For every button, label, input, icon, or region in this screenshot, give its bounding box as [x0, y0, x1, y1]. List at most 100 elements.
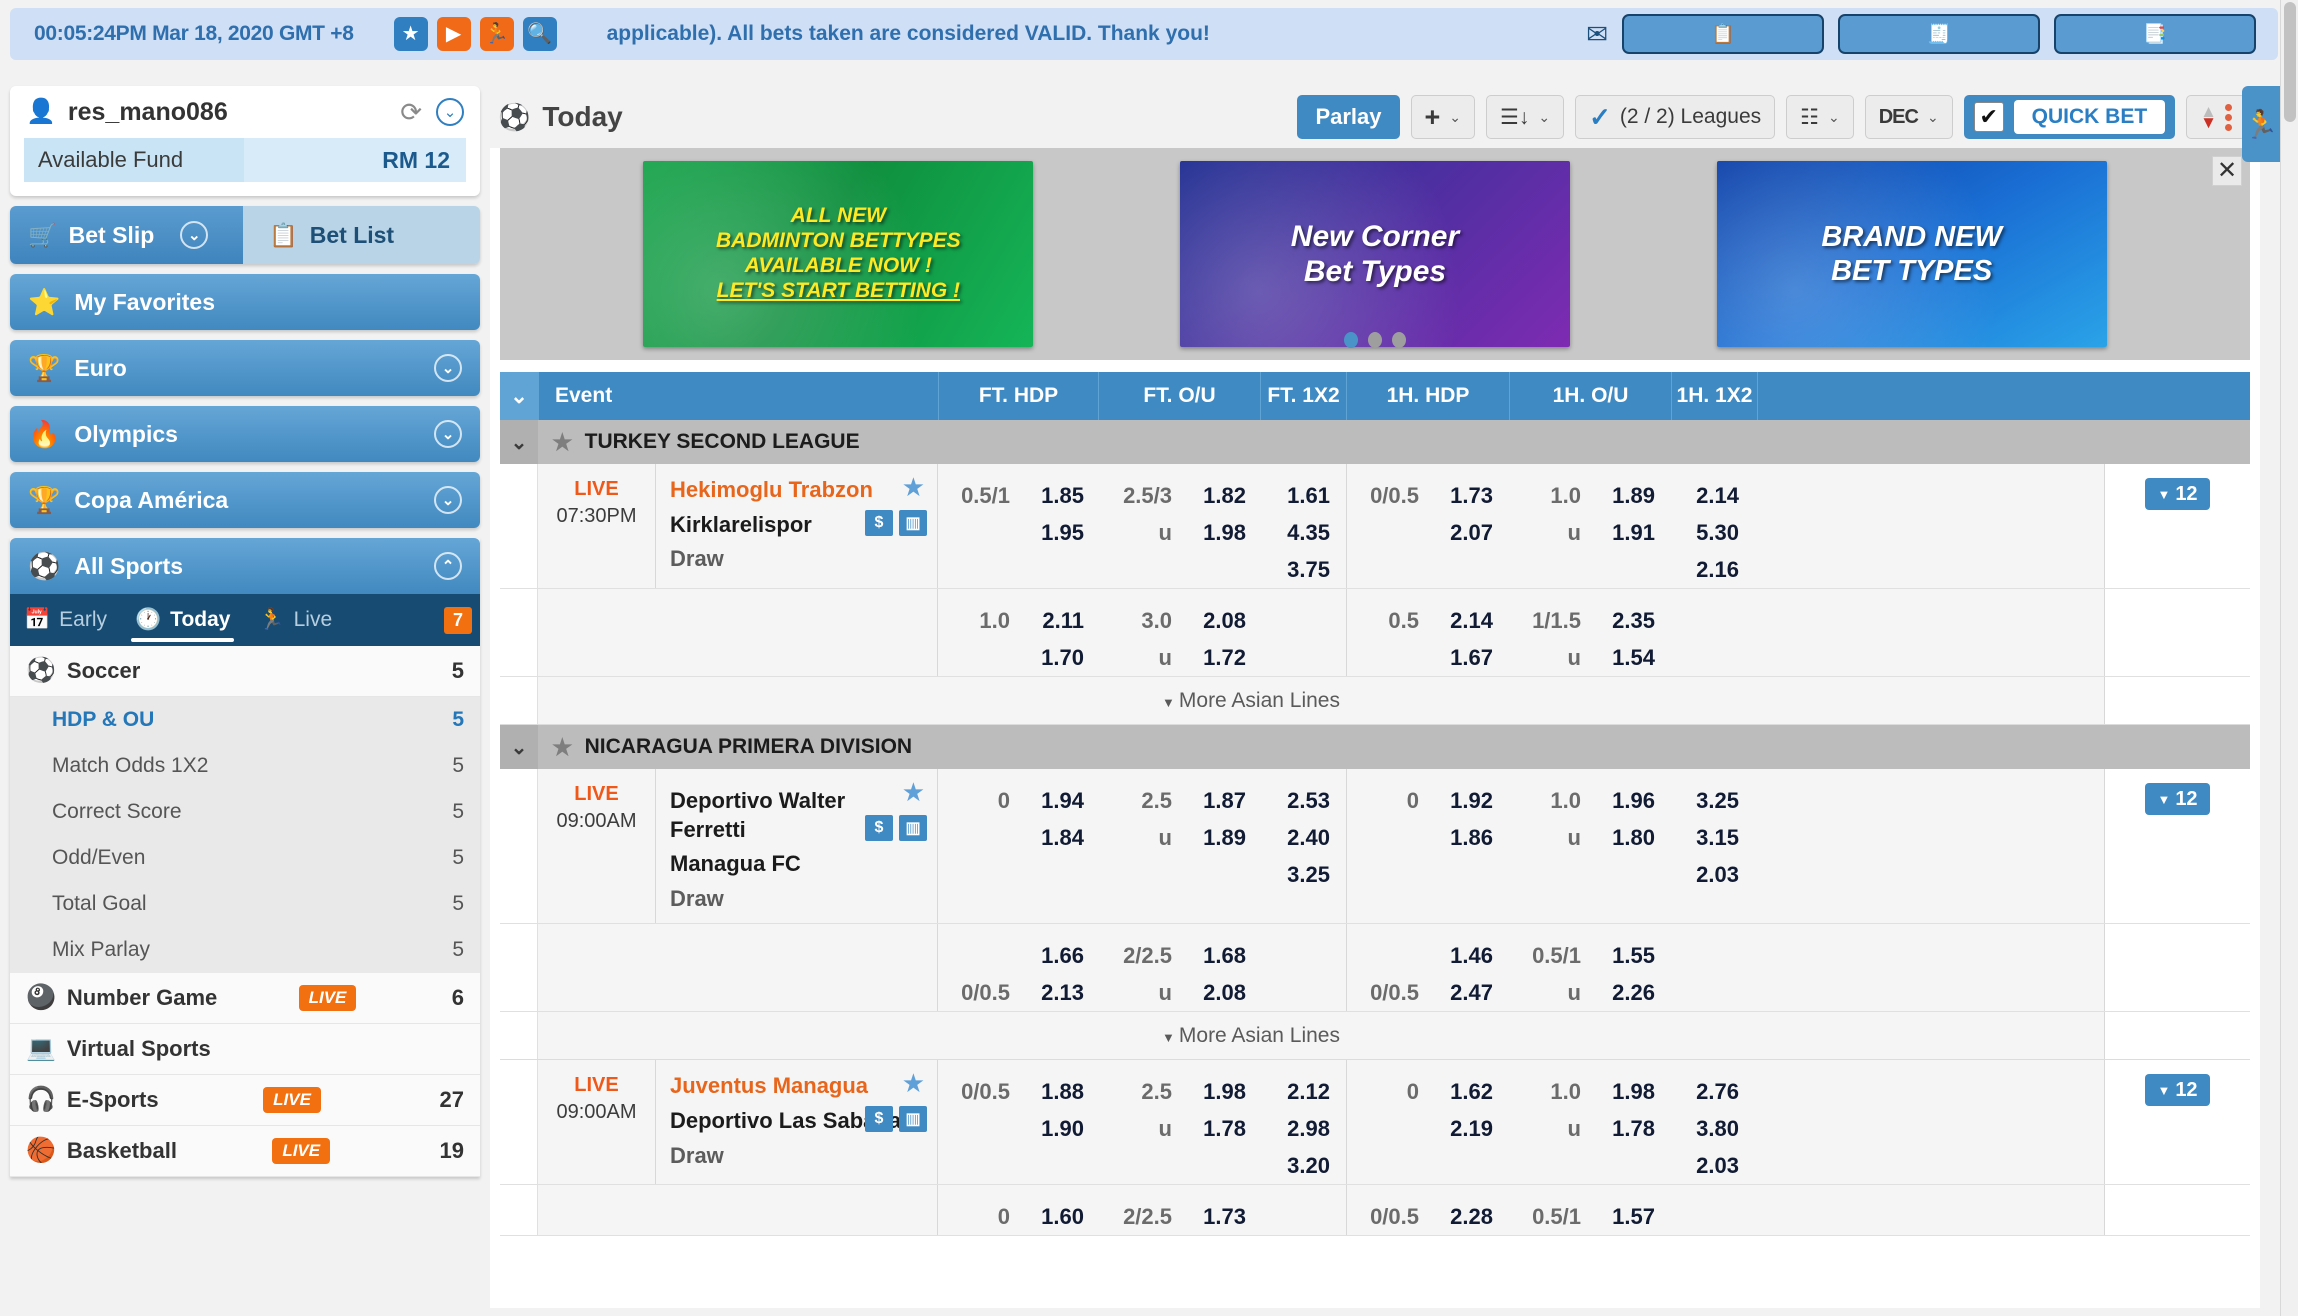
stats-icon[interactable]: ▥ — [899, 1106, 927, 1133]
draw-label[interactable]: Draw — [670, 1142, 927, 1171]
ou-line-under[interactable]: u — [1507, 514, 1581, 551]
collapse-caret[interactable]: ⌄ — [500, 725, 538, 769]
carousel-dot[interactable] — [1392, 332, 1406, 348]
odd-value[interactable]: 1.66 — [1018, 937, 1084, 974]
cashout-icon[interactable]: $ — [865, 510, 893, 536]
sidebar-item-euro[interactable]: 🏆 Euro ⌄ — [10, 340, 480, 396]
cash-statement-button[interactable]: 🧾 — [1838, 14, 2040, 54]
banner-badminton[interactable]: ALL NEW BADMINTON BETTYPES AVAILABLE NOW !… — [643, 161, 1034, 347]
hdp-line[interactable]: 0 — [1347, 782, 1419, 819]
stats-icon[interactable]: ▥ — [899, 510, 927, 536]
odd-value[interactable]: 1.90 — [1018, 1110, 1084, 1147]
cashout-icon[interactable]: $ — [865, 815, 893, 841]
carousel-dot[interactable] — [1344, 332, 1358, 348]
ou-line-over[interactable]: 2/2.5 — [1098, 937, 1172, 974]
tab-bet-slip[interactable]: 🛒 Bet Slip ⌄ — [10, 206, 244, 264]
odd-value[interactable]: 3.15 — [1669, 819, 1739, 856]
odd-value[interactable]: 2.13 — [1018, 974, 1084, 1011]
odd-value[interactable]: 2.40 — [1260, 819, 1330, 856]
chevron-down-icon[interactable]: ⌄ — [434, 354, 462, 382]
odd-value[interactable]: 3.25 — [1669, 782, 1739, 819]
odd-value[interactable]: 1.84 — [1018, 819, 1084, 856]
sidebar-item-e-sports[interactable]: 🎧 E-Sports LIVE 27 — [10, 1075, 480, 1126]
ou-line-over[interactable]: 0.5/1 — [1507, 1198, 1581, 1235]
hdp-line[interactable]: 0.5 — [1347, 602, 1419, 639]
odd-value[interactable]: 2.12 — [1260, 1073, 1330, 1110]
odd-value[interactable]: 2.14 — [1427, 602, 1493, 639]
odd-value[interactable]: 4.35 — [1260, 514, 1330, 551]
hdp-line[interactable]: 0/0.5 — [1347, 1198, 1419, 1235]
carousel-dot[interactable] — [1368, 332, 1382, 348]
tab-bet-list[interactable]: 📋 Bet List — [243, 206, 480, 264]
statement-button[interactable]: 📋 — [1622, 14, 1824, 54]
star-icon[interactable]: ★ — [552, 735, 573, 759]
sidebar-subtab-early[interactable]: 📅 Early — [10, 594, 121, 646]
star-icon[interactable]: ★ — [902, 474, 925, 500]
sidebar-item-all-sports[interactable]: ⚽ All Sports ⌃ — [10, 538, 480, 594]
hdp-line[interactable]: 0/0.5 — [1347, 477, 1419, 514]
sidebar-item-virtual-sports[interactable]: 💻 Virtual Sports — [10, 1024, 480, 1075]
ou-line-over[interactable]: 1/1.5 — [1507, 602, 1581, 639]
odd-value[interactable]: 2.03 — [1669, 856, 1739, 893]
ou-line-over[interactable]: 0.5/1 — [1507, 937, 1581, 974]
home-team[interactable]: Juventus Managua — [670, 1072, 927, 1101]
star-icon[interactable]: ★ — [393, 17, 428, 51]
results-button[interactable]: 📑 — [2054, 14, 2256, 54]
sidebar-market-mix-parlay[interactable]: Mix Parlay 5 — [10, 927, 480, 973]
ou-line-over[interactable]: 1.0 — [1507, 782, 1581, 819]
mail-icon[interactable]: ✉ — [1586, 21, 1608, 47]
league-header-turkey[interactable]: ⌄ ★ TURKEY SECOND LEAGUE — [500, 420, 2250, 464]
refresh-icon[interactable]: ⟳ — [400, 99, 422, 125]
odd-value[interactable]: 2.98 — [1260, 1110, 1330, 1147]
odd-value[interactable]: 1.57 — [1589, 1198, 1655, 1235]
more-markets-chip[interactable]: ▼ 12 — [2145, 783, 2210, 815]
odd-value[interactable]: 1.73 — [1427, 477, 1493, 514]
quick-bet-toggle[interactable]: ✔ QUICK BET — [1963, 95, 2176, 139]
checkbox-icon[interactable]: ✔ — [1973, 102, 2004, 132]
page-scrollbar[interactable] — [2280, 0, 2298, 1316]
hdp-line[interactable] — [938, 639, 1010, 676]
sidebar-item-my-favorites[interactable]: ⭐ My Favorites — [10, 274, 480, 330]
odd-value[interactable]: 1.82 — [1180, 477, 1246, 514]
odd-value[interactable]: 1.86 — [1427, 819, 1493, 856]
draw-label[interactable]: Draw — [670, 885, 927, 914]
chevron-down-icon[interactable]: ⌄ — [436, 98, 464, 126]
odd-value[interactable]: 2.07 — [1427, 514, 1493, 551]
odd-value[interactable]: 1.88 — [1018, 1073, 1084, 1110]
chevron-up-icon[interactable]: ⌃ — [434, 552, 462, 580]
odd-value[interactable]: 2.28 — [1427, 1198, 1493, 1235]
odd-value[interactable]: 1.95 — [1018, 514, 1084, 551]
odd-value[interactable]: 1.70 — [1018, 639, 1084, 676]
hdp-line[interactable] — [1347, 937, 1419, 974]
ou-line-under[interactable]: u — [1507, 1110, 1581, 1147]
more-asian-lines-row[interactable]: ▼ More Asian Lines — [500, 677, 2250, 725]
ou-line-under[interactable]: u — [1098, 514, 1172, 551]
odd-value[interactable]: 3.75 — [1260, 551, 1330, 588]
running-icon[interactable]: 🏃 — [479, 17, 514, 51]
close-icon[interactable]: ✕ — [2212, 156, 2242, 186]
odd-value[interactable]: 1.94 — [1018, 782, 1084, 819]
odd-value[interactable]: 2.08 — [1180, 602, 1246, 639]
hdp-line[interactable] — [1347, 639, 1419, 676]
odd-value[interactable]: 2.03 — [1669, 1147, 1739, 1184]
ou-line-over[interactable]: 1.0 — [1507, 477, 1581, 514]
odd-value[interactable]: 1.68 — [1180, 937, 1246, 974]
hdp-line[interactable]: 0 — [938, 1198, 1010, 1235]
sidebar-item-copa-america[interactable]: 🏆 Copa América ⌄ — [10, 472, 480, 528]
odd-value[interactable]: 3.20 — [1260, 1147, 1330, 1184]
sidebar-item-number-game[interactable]: 🎱 Number Game LIVE 6 — [10, 973, 480, 1024]
odd-value[interactable]: 1.89 — [1180, 819, 1246, 856]
odd-value[interactable]: 2.16 — [1669, 551, 1739, 588]
sidebar-subtab-today[interactable]: 🕐 Today — [121, 594, 244, 646]
odd-value[interactable]: 1.96 — [1589, 782, 1655, 819]
leagues-filter-button[interactable]: ✓ (2 / 2) Leagues — [1575, 95, 1776, 139]
odd-value[interactable]: 2.53 — [1260, 782, 1330, 819]
odd-value[interactable]: 1.89 — [1589, 477, 1655, 514]
odd-value[interactable]: 2.47 — [1427, 974, 1493, 1011]
sidebar-market-hdp-ou[interactable]: HDP & OU 5 — [10, 697, 480, 743]
ou-line-under[interactable]: u — [1098, 974, 1172, 1011]
search-icon[interactable]: 🔍 — [522, 17, 557, 51]
hdp-line[interactable]: 0/0.5 — [938, 1073, 1010, 1110]
odd-value[interactable]: 1.80 — [1589, 819, 1655, 856]
collapse-all-caret[interactable]: ⌄ — [500, 372, 538, 420]
